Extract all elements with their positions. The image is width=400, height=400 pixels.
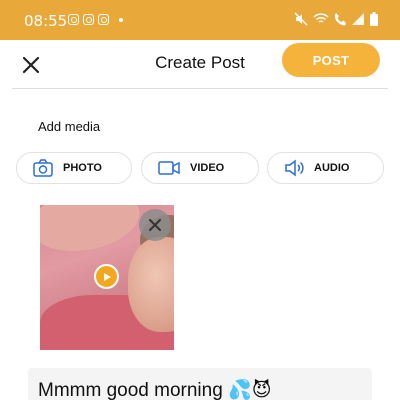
play-button[interactable]	[94, 264, 119, 289]
photo-button-label: PHOTO	[63, 162, 102, 174]
post-button[interactable]: POST	[282, 43, 380, 77]
status-left-icons	[68, 14, 123, 25]
battery-icon	[370, 12, 378, 26]
video-camera-icon	[158, 160, 180, 176]
audio-button[interactable]: AUDIO	[267, 152, 384, 184]
status-time: 08:55	[24, 12, 68, 30]
play-icon	[103, 272, 111, 281]
video-button[interactable]: VIDEO	[141, 152, 259, 184]
wifi-call-icon	[313, 13, 329, 23]
mute-icon	[294, 12, 308, 26]
header-divider	[12, 88, 388, 89]
instagram-icon	[83, 14, 94, 25]
caption-field[interactable]: Mmmm good morning 💦😈	[28, 368, 372, 400]
camera-icon	[33, 159, 53, 177]
instagram-icon	[98, 14, 109, 25]
video-button-label: VIDEO	[190, 162, 225, 174]
remove-media-button[interactable]	[139, 209, 171, 241]
close-icon	[149, 219, 161, 231]
signal-icon	[352, 13, 364, 25]
call-icon	[334, 13, 346, 26]
photo-button[interactable]: PHOTO	[16, 152, 132, 184]
audio-button-label: AUDIO	[314, 162, 350, 174]
speaker-icon	[284, 159, 304, 177]
add-media-heading: Add media	[38, 119, 101, 134]
instagram-icon	[68, 14, 79, 25]
top-bar: Create Post POST	[0, 40, 400, 88]
notification-dot-icon	[119, 17, 123, 22]
status-bar: 08:55	[0, 0, 400, 40]
caption-text: Mmmm good morning 💦😈	[38, 380, 272, 400]
status-right-icons	[294, 12, 378, 26]
